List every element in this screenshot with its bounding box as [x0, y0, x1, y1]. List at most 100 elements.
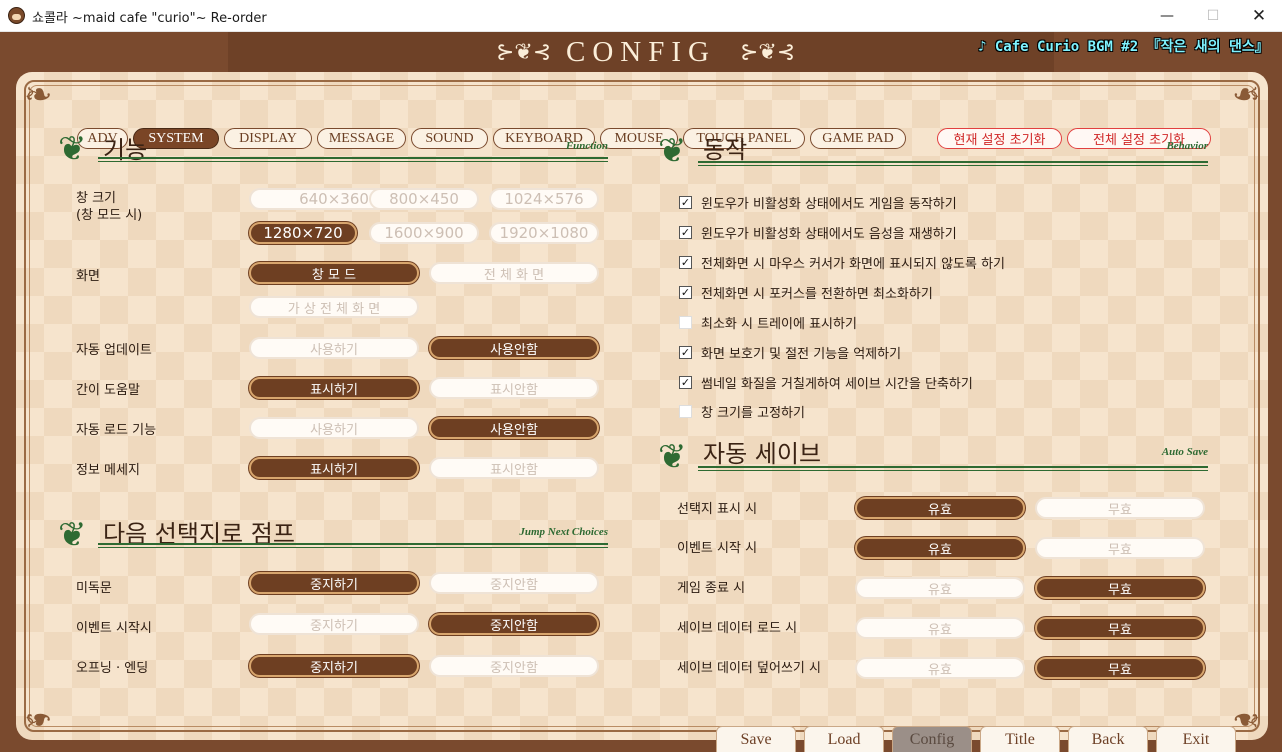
window-mode-option[interactable]: 창 모 드	[249, 262, 419, 284]
autosave-title-en: Auto Save	[1161, 446, 1208, 458]
event-start-stop-option[interactable]: 중지하기	[249, 613, 419, 635]
autosave-load-off[interactable]: 무효	[1035, 617, 1205, 639]
window-title: 쇼콜라 ~maid cafe "curio"~ Re-order	[32, 11, 267, 26]
autosave-exit-on[interactable]: 유효	[855, 577, 1025, 599]
checkbox-screensaver[interactable]: ✓ 화면 보호기 및 절전 기능을 억제하기	[679, 343, 901, 362]
autosave-overwrite-on[interactable]: 유효	[855, 657, 1025, 679]
corner-ornament-icon: ❧	[1231, 75, 1261, 115]
section-swirl-icon: ❦	[658, 437, 687, 477]
auto-update-enable-option[interactable]: 사용하기	[249, 337, 419, 359]
size-1920-option[interactable]: 1920×1080	[489, 222, 599, 244]
checkbox-icon	[679, 405, 692, 418]
info-message-show-option[interactable]: 표시하기	[249, 457, 419, 479]
autosave-choice-off[interactable]: 무효	[1035, 497, 1205, 519]
checkbox-label: 창 크기를 고정하기	[701, 406, 805, 421]
section-swirl-icon: ❦	[58, 515, 87, 555]
autosave-row-label: 이벤트 시작 시	[677, 541, 758, 556]
tooltip-show-option[interactable]: 표시하기	[249, 377, 419, 399]
autosave-load-on[interactable]: 유효	[855, 617, 1025, 639]
info-message-label: 정보 메세지	[76, 463, 140, 478]
autosave-exit-off[interactable]: 무효	[1035, 577, 1205, 599]
back-button[interactable]: Back	[1068, 726, 1148, 752]
tab-sound[interactable]: SOUND	[411, 128, 488, 149]
section-divider	[698, 161, 1208, 166]
autosave-event-off[interactable]: 무효	[1035, 537, 1205, 559]
section-swirl-icon: ❦	[58, 129, 87, 169]
checkbox-label: 윈도우가 비활성화 상태에서도 게임을 동작하기	[701, 197, 957, 212]
checkbox-label: 최소화 시 트레이에 표시하기	[701, 317, 857, 332]
bgm-title: ♪ Cafe Curio BGM #2 『작은 새의 댄스』	[978, 39, 1269, 55]
checkbox-label: 썸네일 화질을 거칠게하여 세이브 시간을 단축하기	[701, 377, 973, 392]
tooltip-label: 간이 도움말	[76, 383, 140, 398]
unread-nostop-option[interactable]: 중지안함	[429, 572, 599, 594]
checkbox-icon: ✓	[679, 346, 692, 359]
size-1600-option[interactable]: 1600×900	[369, 222, 479, 244]
op-ed-label: 오프닝 · 엔딩	[76, 661, 149, 676]
autosave-row-label: 세이브 데이터 덮어쓰기 시	[677, 661, 821, 676]
virtual-fullscreen-option[interactable]: 가 상 전 체 화 면	[249, 296, 419, 318]
maximize-button[interactable]: ☐	[1190, 0, 1236, 31]
tab-game-pad[interactable]: GAME PAD	[810, 128, 906, 149]
close-button[interactable]: ✕	[1236, 0, 1282, 31]
section-divider	[98, 157, 608, 162]
autosave-event-on[interactable]: 유효	[855, 537, 1025, 559]
tab-display[interactable]: DISPLAY	[224, 128, 312, 149]
checkbox-label: 전체화면 시 포커스를 전환하면 최소화하기	[701, 287, 933, 302]
game-area: ⊱❦⊰ CONFIG ⊱❦⊰ ♪ Cafe Curio BGM #2 『작은 새…	[0, 32, 1282, 752]
checkbox-tray[interactable]: 최소화 시 트레이에 표시하기	[679, 313, 857, 332]
autosave-choice-on[interactable]: 유효	[855, 497, 1025, 519]
config-panel: ❧ ❧ ❧ ❧	[16, 72, 1268, 740]
title-button[interactable]: Title	[980, 726, 1060, 752]
behavior-title-en: Behavior	[1166, 140, 1208, 152]
checkbox-icon: ✓	[679, 196, 692, 209]
checkbox-icon: ✓	[679, 376, 692, 389]
op-ed-stop-option[interactable]: 중지하기	[249, 655, 419, 677]
checkbox-voice-inactive[interactable]: ✓ 윈도우가 비활성화 상태에서도 음성을 재생하기	[679, 223, 957, 242]
exit-button[interactable]: Exit	[1156, 726, 1236, 752]
auto-update-disable-option[interactable]: 사용안함	[429, 337, 599, 359]
size-800-option[interactable]: 800×450	[369, 188, 479, 210]
app-icon	[8, 7, 25, 24]
section-divider	[98, 543, 608, 548]
checkbox-icon: ✓	[679, 256, 692, 269]
size-1280-option[interactable]: 1280×720	[249, 222, 357, 244]
autosave-overwrite-off[interactable]: 무효	[1035, 657, 1205, 679]
checkbox-label: 윈도우가 비활성화 상태에서도 음성을 재생하기	[701, 227, 957, 242]
autosave-row-label: 세이브 데이터 로드 시	[677, 621, 798, 636]
autosave-row-label: 선택지 표시 시	[677, 502, 758, 517]
config-button[interactable]: Config	[892, 726, 972, 752]
tab-message[interactable]: MESSAGE	[317, 128, 406, 149]
save-button[interactable]: Save	[716, 726, 796, 752]
checkbox-hide-cursor[interactable]: ✓ 전체화면 시 마우스 커서가 화면에 표시되지 않도록 하기	[679, 253, 1005, 272]
fullscreen-option[interactable]: 전 체 화 면	[429, 262, 599, 284]
op-ed-nostop-option[interactable]: 중지안함	[429, 655, 599, 677]
unread-stop-option[interactable]: 중지하기	[249, 572, 419, 594]
right-ornament-icon: ⊱❦⊰	[740, 40, 796, 65]
event-start-label: 이벤트 시작시	[76, 621, 152, 636]
checkbox-run-inactive[interactable]: ✓ 윈도우가 비활성화 상태에서도 게임을 동작하기	[679, 193, 957, 212]
checkbox-icon: ✓	[679, 226, 692, 239]
behavior-title: 동작	[703, 136, 748, 164]
window-titlebar: 쇼콜라 ~maid cafe "curio"~ Re-order — ☐ ✕	[0, 0, 1282, 32]
auto-load-label: 자동 로드 기능	[76, 423, 157, 438]
auto-load-enable-option[interactable]: 사용하기	[249, 417, 419, 439]
checkbox-minimize-on-focus[interactable]: ✓ 전체화면 시 포커스를 전환하면 최소화하기	[679, 283, 933, 302]
corner-ornament-icon: ❧	[24, 75, 53, 115]
checkbox-thumbnail[interactable]: ✓ 썸네일 화질을 거칠게하여 세이브 시간을 단축하기	[679, 373, 973, 392]
info-message-hide-option[interactable]: 표시안함	[429, 457, 599, 479]
event-start-nostop-option[interactable]: 중지안함	[429, 613, 599, 635]
size-1024-option[interactable]: 1024×576	[489, 188, 599, 210]
function-title-en: Function	[565, 140, 608, 152]
checkbox-fix-size[interactable]: 창 크기를 고정하기	[679, 402, 805, 421]
minimize-button[interactable]: —	[1144, 0, 1190, 31]
load-button[interactable]: Load	[804, 726, 884, 752]
corner-ornament-icon: ❧	[24, 699, 53, 739]
checkbox-icon: ✓	[679, 286, 692, 299]
auto-load-disable-option[interactable]: 사용안함	[429, 417, 599, 439]
jump-title-en: Jump Next Choices	[519, 526, 608, 538]
tooltip-hide-option[interactable]: 표시안함	[429, 377, 599, 399]
unread-label: 미독문	[76, 581, 112, 596]
reset-current-button[interactable]: 현재 설정 초기화	[937, 128, 1062, 149]
function-title: 기능	[103, 136, 148, 164]
window-size-label: 창 크기 (창 모드 시)	[76, 191, 143, 223]
